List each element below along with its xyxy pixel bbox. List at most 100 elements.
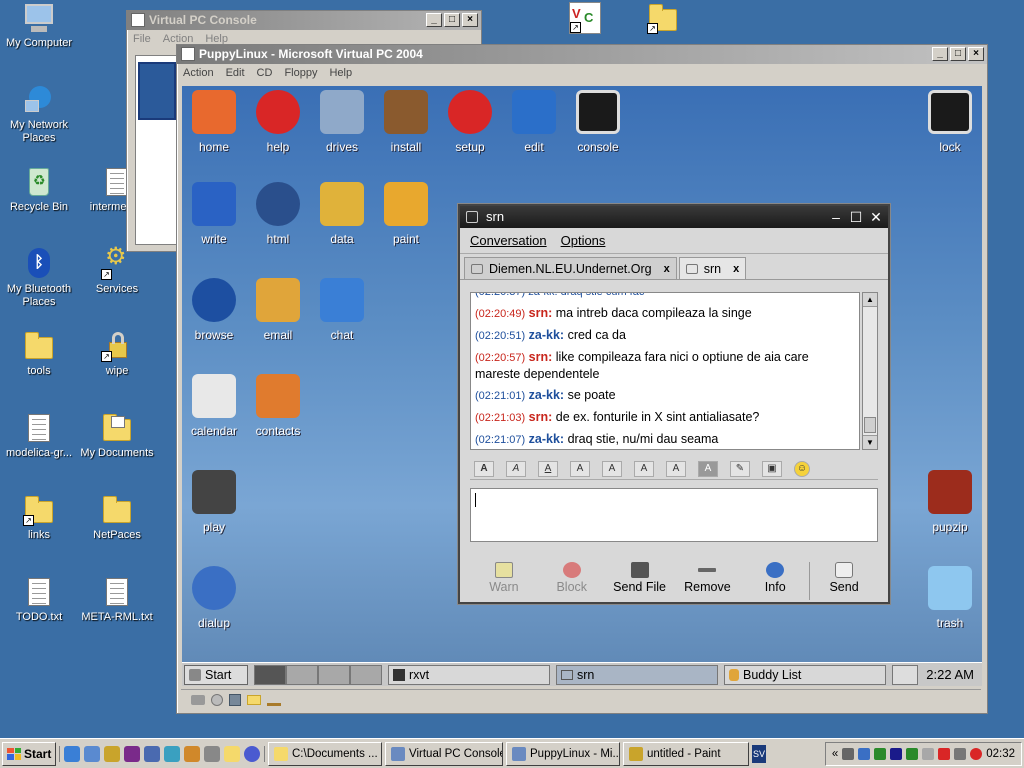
calc-icon[interactable] [204, 745, 220, 762]
puppy-icon-paint[interactable]: paint [374, 182, 438, 246]
vm-thumbnail[interactable] [138, 62, 176, 120]
desktop-icon-netpaces[interactable]: NetPaces [78, 494, 156, 542]
underline-button[interactable]: A [538, 460, 558, 477]
puppy-icon-write[interactable]: write [182, 182, 246, 246]
taskbar-paint[interactable]: untitled - Paint [623, 741, 749, 766]
puppy-start-button[interactable]: Start [184, 664, 248, 685]
puppy-icon-trash[interactable]: trash [918, 566, 982, 630]
desktop-icon-modelica[interactable]: modelica-gr... [0, 412, 78, 460]
message-input[interactable] [470, 488, 878, 542]
cd-icon[interactable] [211, 693, 223, 706]
background-color-button[interactable]: A [698, 460, 718, 477]
close-button[interactable]: ✕ [868, 208, 884, 226]
puppy-icon-browse[interactable]: browse [182, 278, 246, 342]
desktop-icon-my-network-places[interactable]: My Network Places [0, 84, 78, 145]
smaller-text-button[interactable]: A [602, 460, 622, 477]
chat-titlebar[interactable]: srn – ☐ ✕ [460, 206, 888, 228]
info-button[interactable]: Info [741, 562, 809, 600]
desktop-icon-wipe[interactable]: ↗ wipe [78, 330, 156, 378]
menu-help[interactable]: Help [329, 67, 352, 79]
pager-desktop-2[interactable] [286, 664, 318, 685]
pager-desktop-4[interactable] [350, 664, 382, 685]
battery-icon[interactable] [906, 747, 919, 760]
puppy-icon-email[interactable]: email [246, 278, 310, 342]
larger-text-button[interactable]: A [570, 460, 590, 477]
puppy-icon-html[interactable]: html [246, 182, 310, 246]
console-titlebar[interactable]: Virtual PC Console _ □ × [127, 11, 481, 30]
foreground-color-button[interactable]: A [666, 460, 686, 477]
minimize-button[interactable]: _ [932, 47, 948, 61]
scroll-up-icon[interactable]: ▲ [863, 293, 877, 307]
maximize-button[interactable]: □ [444, 13, 460, 27]
tab-srn[interactable]: srn x [678, 257, 747, 279]
close-tab-icon[interactable]: x [664, 263, 670, 275]
hdd-icon[interactable] [191, 694, 205, 705]
console-vm-list[interactable] [135, 55, 179, 245]
desktop-icon-my-bluetooth-places[interactable]: ᛒ My Bluetooth Places [0, 248, 78, 309]
monitor-icon[interactable] [842, 747, 855, 760]
shared-folder-icon[interactable] [247, 694, 261, 705]
puppy-icon-contacts[interactable]: contacts [246, 374, 310, 438]
network-icon[interactable] [858, 747, 871, 760]
close-button[interactable]: × [968, 47, 984, 61]
chat-scrollbar[interactable]: ▲ ▼ [862, 292, 878, 450]
desktop-icon-links[interactable]: ↗ links [0, 494, 78, 542]
minimize-button[interactable]: _ [426, 13, 442, 27]
volume-icon[interactable] [954, 747, 967, 760]
puppy-icon-dialup[interactable]: dialup [182, 566, 246, 630]
puppy-icon-console[interactable]: console [566, 90, 630, 154]
image-icon[interactable]: ▣ [762, 460, 782, 477]
puppy-icon-install[interactable]: install [374, 90, 438, 154]
maximize-button[interactable]: □ [950, 47, 966, 61]
puppy-icon-home[interactable]: home [182, 90, 246, 154]
desktop-icon-vnc[interactable]: V C ↗ [546, 2, 624, 37]
send-file-button[interactable]: Send File [606, 562, 674, 600]
task-srn[interactable]: srn [556, 664, 718, 685]
menu-cd[interactable]: CD [257, 67, 273, 79]
menu-options[interactable]: Options [561, 233, 606, 248]
ie-icon[interactable] [64, 745, 80, 762]
chart-icon[interactable] [922, 747, 935, 760]
puppy-icon-drives[interactable]: drives [310, 90, 374, 154]
puppy-icon-chat[interactable]: chat [310, 278, 374, 342]
menu-edit[interactable]: Edit [226, 67, 245, 79]
send-button[interactable]: Send [809, 562, 878, 600]
system-clock[interactable]: 02:32 [986, 748, 1015, 760]
menu-floppy[interactable]: Floppy [284, 67, 317, 79]
link-icon[interactable]: ✎ [730, 460, 750, 477]
puppy-icon-help[interactable]: help [246, 90, 310, 154]
taskbar-explorer[interactable]: C:\Documents ... [268, 741, 382, 766]
puppy-icon-calendar[interactable]: calendar [182, 374, 246, 438]
alert-icon[interactable] [938, 747, 951, 760]
pager-desktop-3[interactable] [318, 664, 350, 685]
smiley-icon[interactable]: ☺ [794, 460, 810, 477]
network-icon[interactable] [267, 694, 281, 706]
menu-file[interactable]: File [133, 33, 151, 45]
task-buddy-list[interactable]: Buddy List [724, 664, 886, 685]
record-icon[interactable] [970, 747, 983, 760]
menu-conversation[interactable]: Conversation [470, 233, 547, 248]
network-icon[interactable] [144, 745, 160, 762]
globe-icon[interactable] [244, 745, 260, 762]
desktop-icon-my-computer[interactable]: My Computer [0, 2, 78, 50]
start-button[interactable]: Start [2, 741, 56, 766]
tray-box[interactable] [892, 664, 918, 685]
outlook-icon[interactable] [84, 745, 100, 762]
desktop-icon-meta-rml-txt[interactable]: META-RML.txt [78, 576, 156, 624]
font-face-button[interactable]: A [634, 460, 654, 477]
close-tab-icon[interactable]: x [733, 263, 739, 275]
puppy-icon-pupzip[interactable]: pupzip [918, 470, 982, 534]
taskbar-vpc-console[interactable]: Virtual PC Console [385, 741, 503, 766]
puppy-icon-edit[interactable]: edit [502, 90, 566, 154]
tray-expand-icon[interactable]: « [832, 748, 838, 760]
minimize-button[interactable]: – [828, 208, 844, 226]
media-icon[interactable] [184, 745, 200, 762]
maximize-button[interactable]: ☐ [848, 208, 864, 226]
close-button[interactable]: × [462, 13, 478, 27]
sv-icon[interactable]: SV [752, 744, 766, 763]
folder-icon[interactable] [224, 745, 240, 762]
puppy-icon-setup[interactable]: setup [438, 90, 502, 154]
desktop-icon-services[interactable]: ⚙ ↗ Services [78, 245, 156, 296]
desktop-icon-todo-txt[interactable]: TODO.txt [0, 576, 78, 624]
scroll-down-icon[interactable]: ▼ [863, 435, 877, 449]
